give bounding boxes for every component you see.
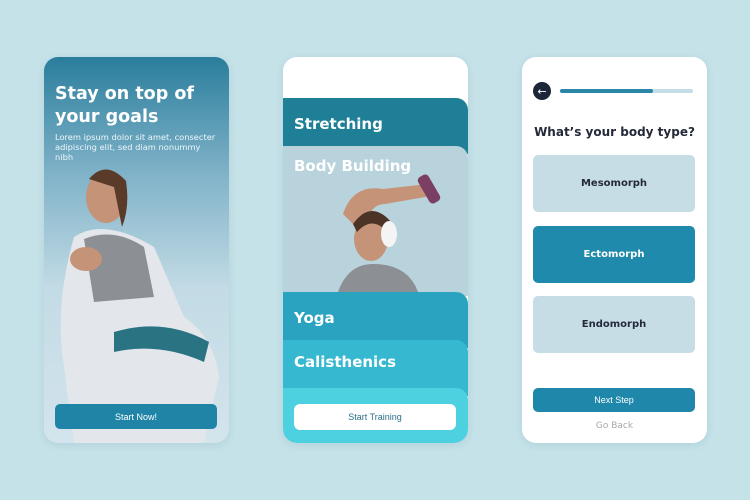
arrow-left-icon[interactable]: ← — [533, 82, 551, 100]
start-now-button[interactable]: Start Now! — [55, 404, 217, 429]
option-label: Endomorph — [581, 319, 647, 330]
question: What’s your body type? — [534, 125, 695, 139]
next-step-button[interactable]: Next Step — [533, 388, 695, 412]
category-label: Yoga — [294, 309, 335, 327]
categories-screen: Stretching Body Building Yoga Calistheni… — [283, 57, 468, 443]
category-body-building[interactable]: Body Building — [283, 146, 468, 296]
option-endomorph[interactable]: Endomorph — [533, 296, 695, 353]
body-type-screen: ← What’s your body type? Mesomorph Ectom… — [522, 57, 707, 443]
woman-squat-photo — [60, 169, 220, 443]
progress-fill — [560, 89, 654, 93]
category-label: Stretching — [294, 115, 383, 133]
category-label: Body Building — [294, 157, 412, 175]
option-label: Ectomorph — [583, 249, 645, 260]
go-back-link[interactable]: Go Back — [522, 421, 707, 431]
option-ectomorph[interactable]: Ectomorph — [533, 226, 695, 283]
headline: Stay on top of your goals — [55, 84, 194, 127]
option-label: Mesomorph — [580, 178, 648, 189]
option-mesomorph[interactable]: Mesomorph — [533, 155, 695, 212]
progress-bar — [560, 89, 693, 93]
start-training-button[interactable]: Start Training — [294, 404, 456, 430]
onboarding-screen: Stay on top of your goals Lorem ipsum do… — [44, 57, 229, 443]
category-label: Calisthenics — [294, 353, 397, 371]
woman-dumbbell-photo — [338, 174, 441, 292]
description: Lorem ipsum dolor sit amet, consecter ad… — [55, 132, 216, 162]
